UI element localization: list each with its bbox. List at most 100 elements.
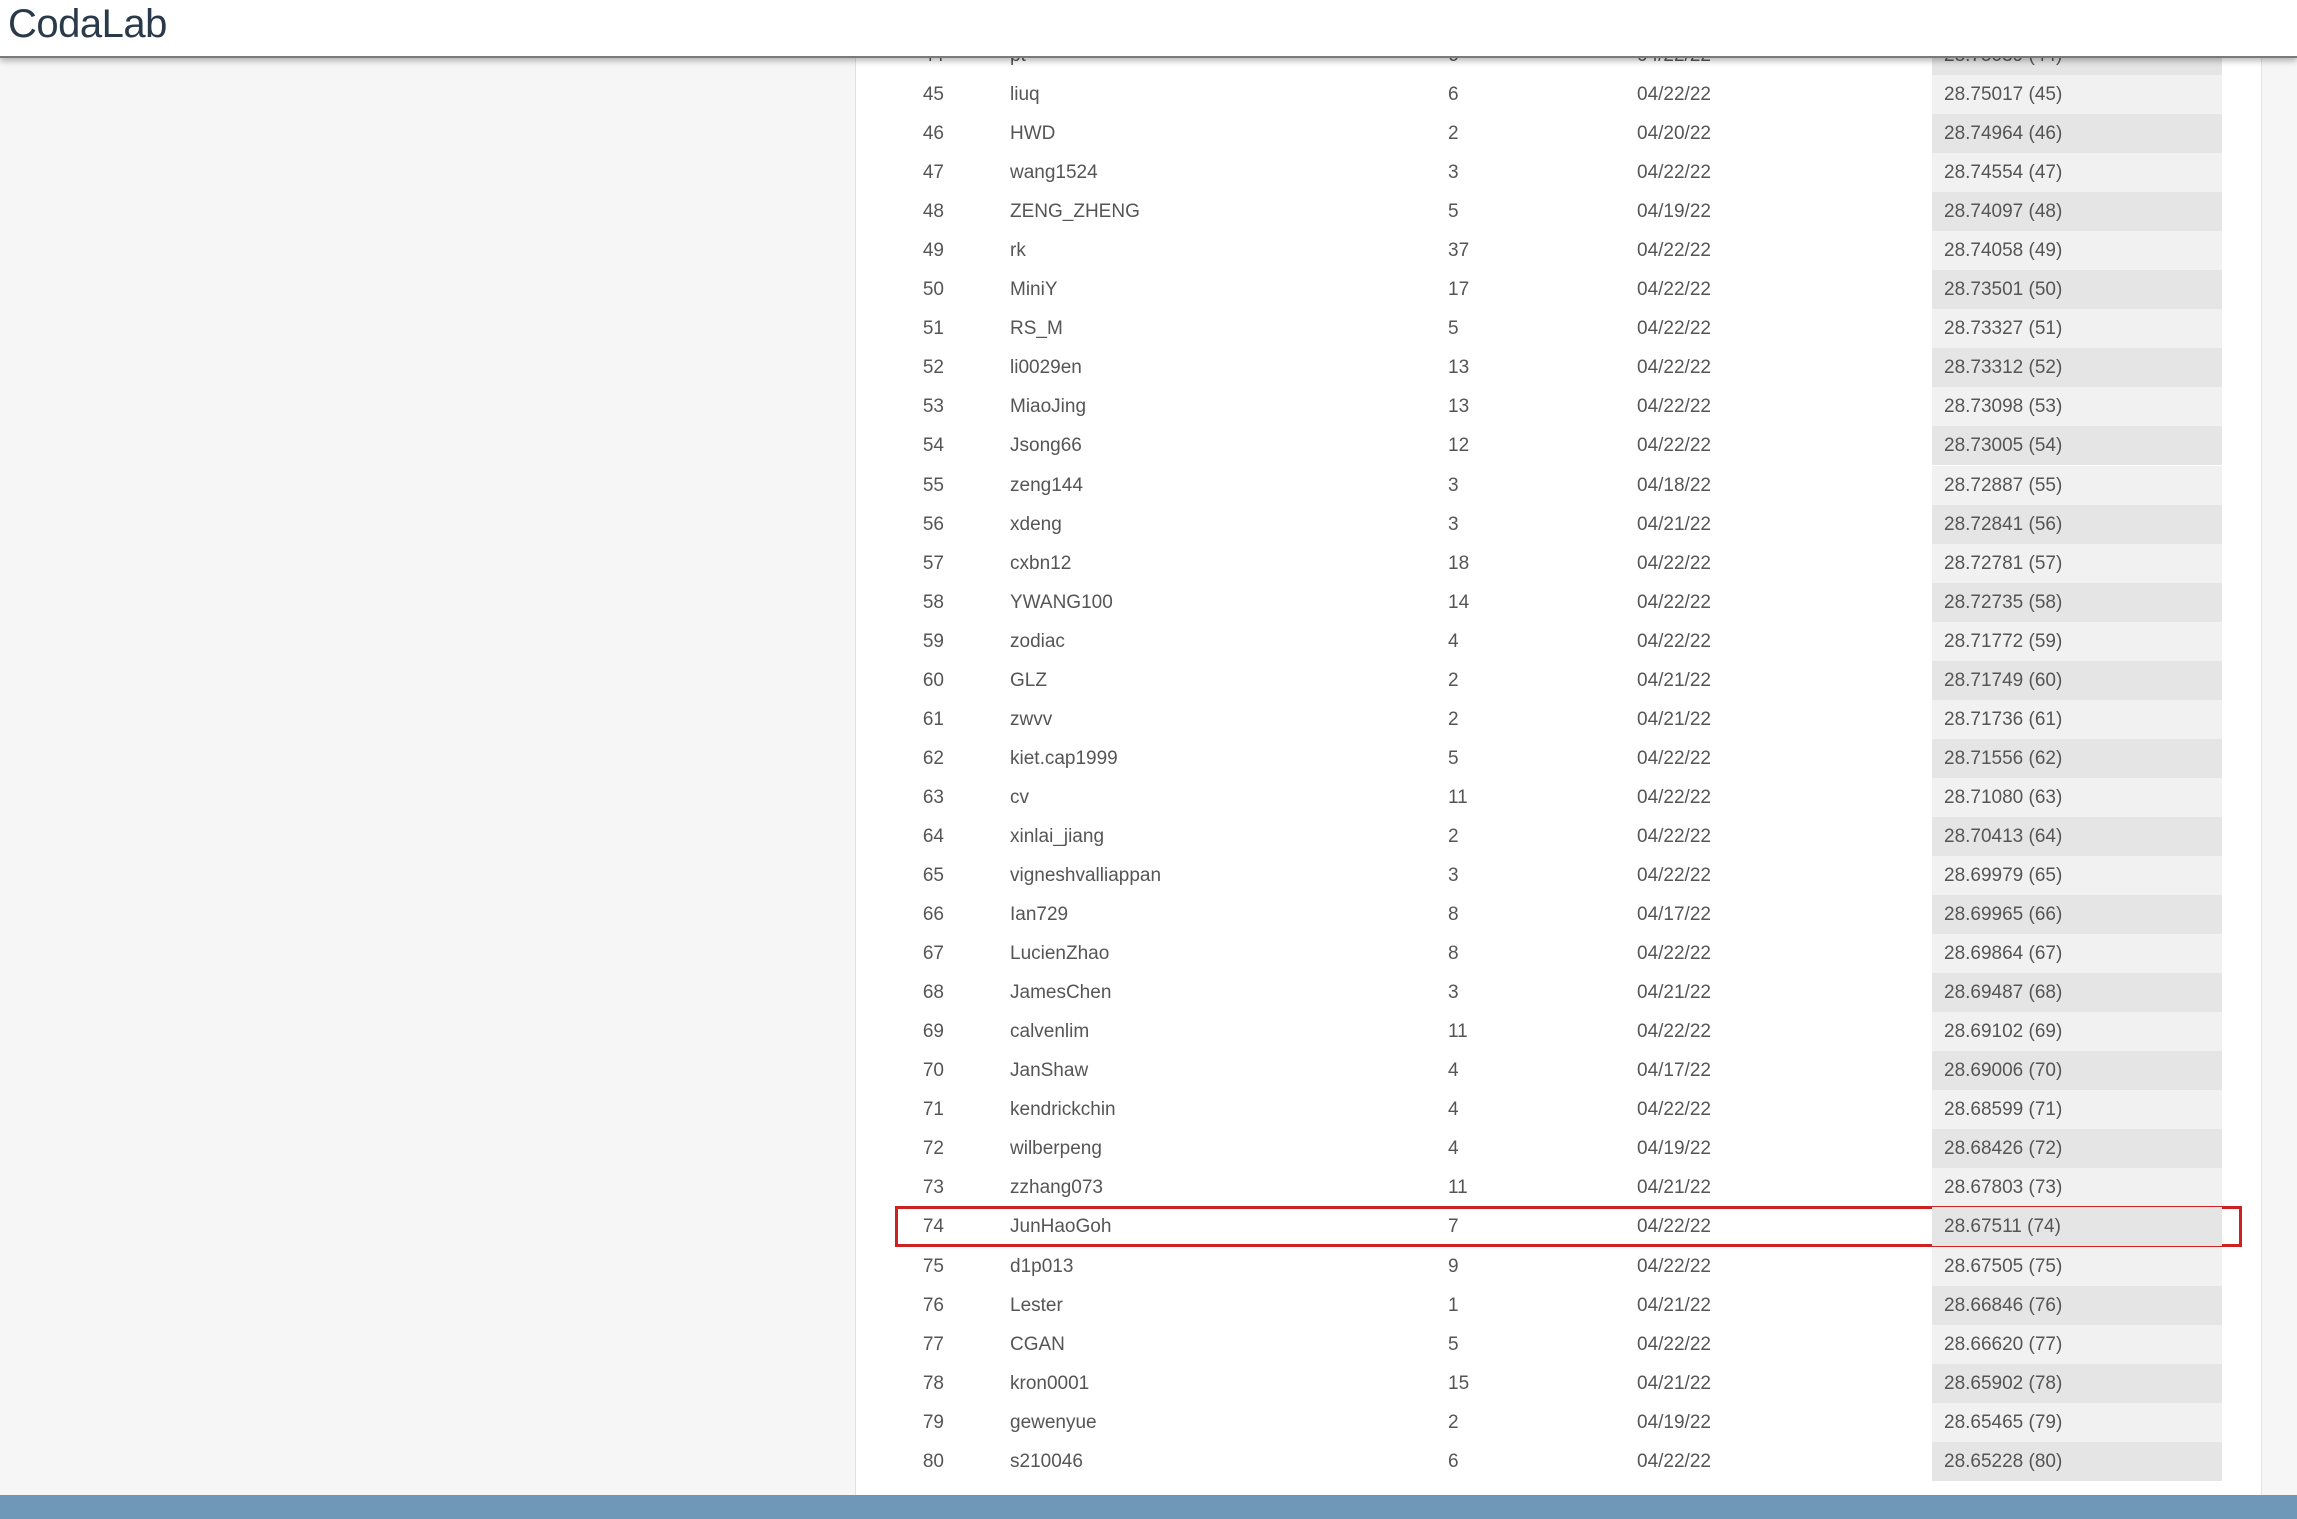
score-cell: 28.66620 (77) — [1932, 1325, 2222, 1364]
table-row[interactable]: 54 Jsong66 12 04/22/22 28.73005 (54) — [896, 426, 2241, 465]
rank-cell: 67 — [922, 943, 944, 964]
table-row[interactable]: 51 RS_M 5 04/22/22 28.73327 (51) — [896, 309, 2241, 348]
entries-cell: 5 — [1448, 1334, 1459, 1355]
username-cell: calvenlim — [1010, 1021, 1090, 1042]
codalab-logo[interactable]: CodaLab — [8, 2, 167, 46]
entries-cell: 5 — [1448, 201, 1459, 222]
date-cell: 04/22/22 — [1637, 240, 1711, 261]
rank-cell: 60 — [922, 670, 944, 691]
table-row[interactable]: 50 MiniY 17 04/22/22 28.73501 (50) — [896, 270, 2241, 309]
table-row[interactable]: 64 xinlai_jiang 2 04/22/22 28.70413 (64) — [896, 817, 2241, 856]
score-cell: 28.69979 (65) — [1932, 856, 2222, 895]
table-row[interactable]: 47 wang1524 3 04/22/22 28.74554 (47) — [896, 153, 2241, 192]
table-row[interactable]: 78 kron0001 15 04/21/22 28.65902 (78) — [896, 1364, 2241, 1403]
rank-cell: 44 — [896, 58, 944, 75]
rank-cell: 55 — [922, 475, 944, 496]
table-row[interactable]: 70 JanShaw 4 04/17/22 28.69006 (70) — [896, 1051, 2241, 1090]
entries-cell: 17 — [1448, 279, 1470, 300]
username-cell: liuq — [1010, 84, 1040, 105]
date-cell: 04/17/22 — [1637, 1060, 1711, 1081]
table-row[interactable]: 53 MiaoJing 13 04/22/22 28.73098 (53) — [896, 387, 2241, 426]
rank-cell: 52 — [922, 357, 944, 378]
rank-cell: 47 — [922, 162, 944, 183]
username-cell: kiet.cap1999 — [1010, 748, 1118, 769]
table-row[interactable]: 46 HWD 2 04/20/22 28.74964 (46) — [896, 114, 2241, 153]
entries-cell: 4 — [1448, 1138, 1459, 1159]
table-row[interactable]: 66 Ian729 8 04/17/22 28.69965 (66) — [896, 895, 2241, 934]
entries-cell: 6 — [1448, 1451, 1459, 1472]
table-row[interactable]: 79 gewenyue 2 04/19/22 28.65465 (79) — [896, 1403, 2241, 1442]
table-row[interactable]: 49 rk 37 04/22/22 28.74058 (49) — [896, 231, 2241, 270]
score-cell: 28.67511 (74) — [1932, 1207, 2222, 1246]
rank-cell: 68 — [922, 982, 944, 1003]
table-row[interactable]: 45 liuq 6 04/22/22 28.75017 (45) — [896, 75, 2241, 114]
date-cell: 04/17/22 — [1637, 904, 1711, 925]
rank-cell: 75 — [922, 1256, 944, 1277]
username-cell: xdeng — [1010, 514, 1062, 535]
score-cell: 28.65228 (80) — [1932, 1442, 2222, 1481]
username-cell: wilberpeng — [1010, 1138, 1102, 1159]
table-row[interactable]: 65 vigneshvalliappan 3 04/22/22 28.69979 (65… — [896, 856, 2241, 895]
score-cell: 28.74097 (48) — [1932, 192, 2222, 231]
date-cell: 04/22/22 — [1637, 1334, 1711, 1355]
rank-cell: 69 — [922, 1021, 944, 1042]
table-row[interactable]: 77 CGAN 5 04/22/22 28.66620 (77) — [896, 1325, 2241, 1364]
table-row[interactable]: 68 JamesChen 3 04/21/22 28.69487 (68) — [896, 973, 2241, 1012]
table-row[interactable]: 62 kiet.cap1999 5 04/22/22 28.71556 (62) — [896, 739, 2241, 778]
entries-cell: 8 — [1448, 943, 1459, 964]
entries-cell: 3 — [1448, 865, 1459, 886]
footer-bar — [0, 1495, 2297, 1519]
username-cell: s210046 — [1010, 1451, 1083, 1472]
table-row[interactable]: 69 calvenlim 11 04/22/22 28.69102 (69) — [896, 1012, 2241, 1051]
date-cell: 04/22/22 — [1637, 826, 1711, 847]
table-row-highlighted[interactable]: 74 JunHaoGoh 7 04/22/22 28.67511 (74) — [895, 1206, 2242, 1247]
username-cell: ZENG_ZHENG — [1010, 201, 1140, 222]
score-cell: 28.69965 (66) — [1932, 895, 2222, 934]
entries-cell: 2 — [1448, 123, 1459, 144]
username-cell: LucienZhao — [1010, 943, 1110, 964]
table-row[interactable]: 52 li0029en 13 04/22/22 28.73312 (52) — [896, 348, 2241, 387]
score-cell: 28.71772 (59) — [1932, 622, 2222, 661]
date-cell: 04/22/22 — [1637, 396, 1711, 417]
table-row[interactable]: 72 wilberpeng 4 04/19/22 28.68426 (72) — [896, 1129, 2241, 1168]
score-cell: 28.74554 (47) — [1932, 153, 2222, 192]
table-row[interactable]: 55 zeng144 3 04/18/22 28.72887 (55) — [896, 466, 2241, 505]
rank-cell: 59 — [922, 631, 944, 652]
table-row[interactable]: 59 zodiac 4 04/22/22 28.71772 (59) — [896, 622, 2241, 661]
date-cell: 04/19/22 — [1637, 1412, 1711, 1433]
table-row[interactable]: 76 Lester 1 04/21/22 28.66846 (76) — [896, 1286, 2241, 1325]
entries-cell: 2 — [1448, 1412, 1459, 1433]
username-cell: cv — [1010, 787, 1029, 808]
table-row[interactable]: 73 zzhang073 11 04/21/22 28.67803 (73) — [896, 1168, 2241, 1207]
table-row[interactable]: 63 cv 11 04/22/22 28.71080 (63) — [896, 778, 2241, 817]
entries-cell: 6 — [1448, 58, 1459, 75]
username-cell: rk — [1010, 240, 1026, 261]
top-navbar: CodaLab — [0, 0, 2297, 58]
entries-cell: 6 — [1448, 84, 1459, 105]
date-cell: 04/21/22 — [1637, 1373, 1711, 1394]
date-cell: 04/21/22 — [1637, 709, 1711, 730]
table-row[interactable]: 80 s210046 6 04/22/22 28.65228 (80) — [896, 1442, 2241, 1481]
table-row[interactable]: 75 d1p013 9 04/22/22 28.67505 (75) — [896, 1247, 2241, 1286]
score-cell: 28.69006 (70) — [1932, 1051, 2222, 1090]
username-cell: pt — [1010, 58, 1026, 75]
table-row[interactable]: 44 pt 6 04/22/22 28.75039 (44) — [896, 58, 2241, 75]
entries-cell: 9 — [1448, 1256, 1459, 1277]
date-cell: 04/22/22 — [1637, 435, 1711, 456]
table-row[interactable]: 58 YWANG100 14 04/22/22 28.72735 (58) — [896, 583, 2241, 622]
date-cell: 04/21/22 — [1637, 670, 1711, 691]
table-row[interactable]: 48 ZENG_ZHENG 5 04/19/22 28.74097 (48) — [896, 192, 2241, 231]
table-row[interactable]: 67 LucienZhao 8 04/22/22 28.69864 (67) — [896, 934, 2241, 973]
rank-cell: 73 — [922, 1177, 944, 1198]
table-row[interactable]: 56 xdeng 3 04/21/22 28.72841 (56) — [896, 505, 2241, 544]
table-row[interactable]: 60 GLZ 2 04/21/22 28.71749 (60) — [896, 661, 2241, 700]
score-cell: 28.68599 (71) — [1932, 1090, 2222, 1129]
entries-cell: 2 — [1448, 709, 1459, 730]
score-cell: 28.72781 (57) — [1932, 544, 2222, 583]
date-cell: 04/19/22 — [1637, 201, 1711, 222]
rank-cell: 80 — [922, 1451, 944, 1472]
table-row[interactable]: 57 cxbn12 18 04/22/22 28.72781 (57) — [896, 544, 2241, 583]
table-row[interactable]: 71 kendrickchin 4 04/22/22 28.68599 (71) — [896, 1090, 2241, 1129]
table-row[interactable]: 61 zwvv 2 04/21/22 28.71736 (61) — [896, 700, 2241, 739]
score-cell: 28.72841 (56) — [1932, 505, 2222, 544]
